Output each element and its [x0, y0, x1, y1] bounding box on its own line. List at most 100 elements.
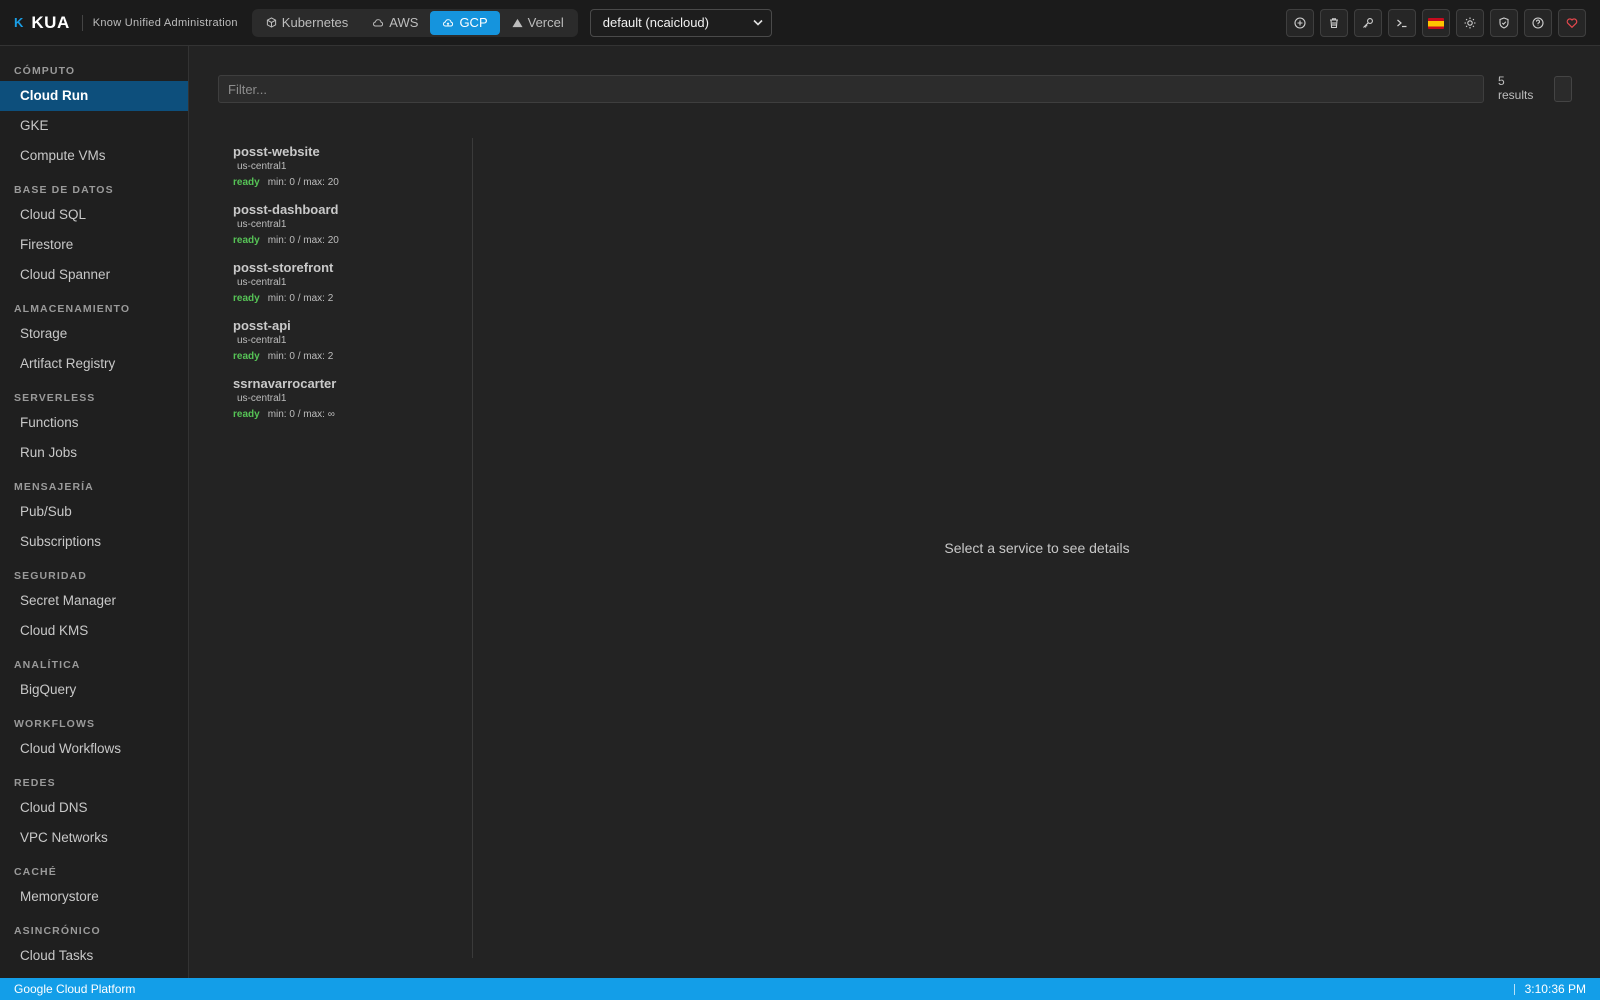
toolbar [1280, 9, 1586, 37]
sidebar-item-cloud-workflows[interactable]: Cloud Workflows [0, 734, 188, 764]
detail-pane: Select a service to see details [474, 138, 1600, 958]
status-badge: ready [233, 351, 260, 362]
language-button[interactable] [1422, 9, 1450, 37]
status-divider [1513, 983, 1515, 995]
section-title-seguridad: SEGURIDAD [14, 570, 87, 582]
list-item[interactable]: posst-dashboard us-central1 ready min: 0 … [218, 196, 472, 254]
provider-tabs: Kubernetes AWS GCP Vercel [251, 8, 578, 37]
triangle-icon [512, 18, 523, 28]
service-name: ssrnavarrocarter [233, 376, 337, 391]
tab-vercel[interactable]: Vercel [500, 11, 576, 35]
service-list: posst-website us-central1 ready min: 0 / … [218, 138, 473, 958]
sidebar-item-vpc-networks[interactable]: VPC Networks [0, 823, 188, 853]
sidebar-item-pubsub[interactable]: Pub/Sub [0, 497, 188, 527]
heart-icon [1566, 18, 1578, 29]
service-region: us-central1 [237, 393, 287, 404]
sidebar-item-cloud-kms[interactable]: Cloud KMS [0, 616, 188, 646]
service-region: us-central1 [237, 219, 287, 230]
tab-aws[interactable]: AWS [360, 11, 430, 35]
sidebar-item-cloud-run[interactable]: Cloud Run [0, 81, 188, 111]
service-scaling: min: 0 / max: 2 [267, 351, 334, 362]
theme-toggle-button[interactable] [1456, 9, 1484, 37]
tab-gcp-label: GCP [459, 15, 488, 30]
tab-kubernetes-label: Kubernetes [281, 15, 349, 30]
favorite-button[interactable] [1558, 9, 1586, 37]
shield-icon [1499, 17, 1509, 29]
sidebar-item-compute-vms[interactable]: Compute VMs [0, 141, 188, 171]
tab-kubernetes[interactable]: Kubernetes [254, 11, 361, 35]
section-title-almacenamiento: ALMACENAMIENTO [14, 303, 131, 315]
sidebar-item-cloud-tasks[interactable]: Cloud Tasks [0, 941, 188, 971]
service-region: us-central1 [237, 335, 287, 346]
service-scaling: min: 0 / max: ∞ [267, 409, 335, 420]
panel-toggle-button[interactable] [1554, 76, 1572, 102]
sidebar-item-storage[interactable]: Storage [0, 319, 188, 349]
tab-vercel-label: Vercel [527, 15, 564, 30]
key-icon [1363, 18, 1373, 28]
sidebar-item-subscriptions[interactable]: Subscriptions [0, 527, 188, 557]
help-icon [1532, 17, 1544, 29]
status-badge: ready [233, 177, 260, 188]
tab-gcp[interactable]: GCP [430, 10, 500, 35]
app-subtitle: Know Unified Administration [92, 16, 238, 29]
service-region: us-central1 [237, 277, 287, 288]
sidebar-item-run-jobs[interactable]: Run Jobs [0, 438, 188, 468]
add-button[interactable] [1286, 9, 1314, 37]
chevron-down-icon [753, 18, 763, 28]
status-clock: 3:10:36 PM [1524, 982, 1586, 996]
context-select[interactable]: default (ncaicloud) [589, 8, 772, 37]
help-button[interactable] [1524, 9, 1552, 37]
service-name: posst-website [233, 144, 320, 159]
cloud-icon [372, 18, 384, 28]
service-region: us-central1 [237, 161, 287, 172]
results-count-label: results [1498, 88, 1534, 102]
sidebar-item-artifact-registry[interactable]: Artifact Registry [0, 349, 188, 379]
sidebar-item-secret-manager[interactable]: Secret Manager [0, 586, 188, 616]
status-badge: ready [233, 235, 260, 246]
sidebar-item-memorystore[interactable]: Memorystore [0, 882, 188, 912]
status-badge: ready [233, 293, 260, 304]
status-provider-label: Google Cloud Platform [14, 982, 136, 996]
top-bar: K KUA Know Unified Administration Kubern… [0, 0, 1600, 46]
section-title-mensajeria: MENSAJERÍA [14, 481, 94, 493]
sidebar: CÓMPUTO Cloud Run GKE Compute VMs BASE D… [0, 46, 189, 978]
spain-flag-icon [1428, 17, 1444, 29]
status-badge: ready [233, 409, 260, 420]
terminal-icon [1397, 19, 1407, 28]
list-item[interactable]: posst-api us-central1 ready min: 0 / max:… [218, 312, 472, 370]
filter-input[interactable] [218, 75, 1484, 103]
list-item[interactable]: posst-website us-central1 ready min: 0 / … [218, 138, 472, 196]
service-name: posst-api [233, 318, 291, 333]
cube-icon [266, 17, 277, 28]
security-button[interactable] [1490, 9, 1518, 37]
app-name: KUA [31, 12, 70, 32]
sun-icon [1464, 17, 1476, 29]
credentials-button[interactable] [1354, 9, 1382, 37]
sidebar-item-firestore[interactable]: Firestore [0, 230, 188, 260]
tab-aws-label: AWS [389, 15, 419, 30]
sidebar-item-bigquery[interactable]: BigQuery [0, 675, 188, 705]
delete-button[interactable] [1320, 9, 1348, 37]
results-count: 5 results [1498, 74, 1548, 102]
main-content: 5 results posst-website us-central1 read… [189, 46, 1600, 978]
kua-logo-icon: K [14, 15, 24, 30]
list-item[interactable]: posst-storefront us-central1 ready min: 0… [218, 254, 472, 312]
sidebar-item-functions[interactable]: Functions [0, 408, 188, 438]
sidebar-item-cloud-spanner[interactable]: Cloud Spanner [0, 260, 188, 290]
sidebar-item-cloud-sql[interactable]: Cloud SQL [0, 200, 188, 230]
results-count-value: 5 [1498, 74, 1505, 88]
terminal-button[interactable] [1388, 9, 1416, 37]
sidebar-item-gke[interactable]: GKE [0, 111, 188, 141]
list-item[interactable]: ssrnavarrocarter us-central1 ready min: 0… [218, 370, 472, 428]
section-title-serverless: SERVERLESS [14, 392, 96, 404]
detail-empty-message: Select a service to see details [944, 540, 1130, 556]
service-name: posst-dashboard [233, 202, 339, 217]
status-bar: Google Cloud Platform 3:10:36 PM [0, 978, 1600, 1000]
brand: K KUA Know Unified Administration [0, 0, 238, 46]
add-circle-icon [1294, 17, 1306, 29]
section-title-cache: CACHÉ [14, 866, 57, 878]
sidebar-item-cloud-dns[interactable]: Cloud DNS [0, 793, 188, 823]
section-title-analitica: ANALÍTICA [14, 659, 81, 671]
section-title-workflows: WORKFLOWS [14, 718, 96, 730]
cloud-upload-icon [442, 18, 454, 28]
